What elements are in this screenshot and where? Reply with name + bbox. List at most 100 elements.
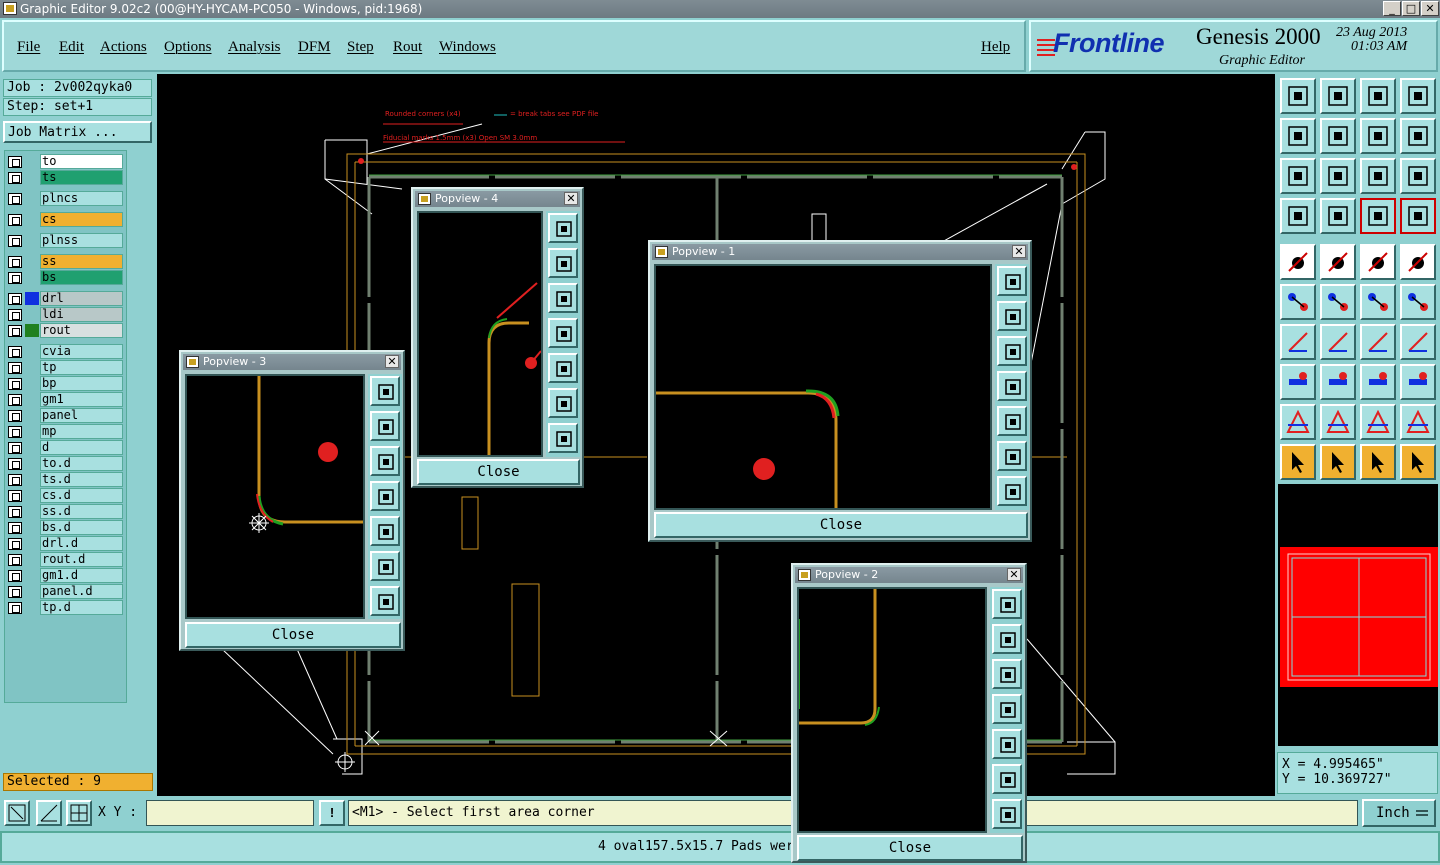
- ruler-button[interactable]: [1360, 244, 1396, 280]
- popview-4-close-button[interactable]: Close: [417, 459, 580, 485]
- layer-row-panel-d[interactable]: panel.d: [7, 584, 125, 599]
- center-button[interactable]: [1320, 158, 1356, 194]
- layer-name[interactable]: panel: [40, 408, 123, 423]
- zoom-up-button[interactable]: [370, 411, 400, 441]
- layer-checkbox[interactable]: [8, 538, 22, 550]
- close-window-button[interactable]: ✕: [1421, 1, 1439, 16]
- node-graph-button[interactable]: [1280, 284, 1316, 320]
- pad-arrow-button[interactable]: [1280, 244, 1316, 280]
- layer-checkbox[interactable]: [8, 394, 22, 406]
- layer-checkbox[interactable]: [8, 309, 22, 321]
- zoom-fit-button[interactable]: [370, 551, 400, 581]
- route-button[interactable]: [1400, 444, 1436, 480]
- layer-name[interactable]: rout: [40, 323, 123, 338]
- layer-name[interactable]: ts.d: [40, 472, 123, 487]
- house-button[interactable]: [1360, 78, 1396, 114]
- layer-checkbox[interactable]: [8, 235, 22, 247]
- connector-button[interactable]: [1320, 198, 1356, 234]
- zoom-window-button[interactable]: [992, 589, 1022, 619]
- menu-help[interactable]: Help: [981, 39, 1010, 56]
- popview-2-view[interactable]: [797, 587, 987, 833]
- layer-checkbox[interactable]: [8, 426, 22, 438]
- zoom-down-button[interactable]: [997, 336, 1027, 366]
- pan-right-button[interactable]: [997, 406, 1027, 436]
- popview-3-view[interactable]: [185, 374, 365, 619]
- layer-checkbox[interactable]: [8, 474, 22, 486]
- menu-windows[interactable]: Windows: [439, 39, 496, 56]
- layer-checkbox[interactable]: [8, 554, 22, 566]
- layer-name[interactable]: plnss: [40, 233, 123, 248]
- pointer-box2-button[interactable]: [1360, 444, 1396, 480]
- layer-row-to-d[interactable]: to.d: [7, 456, 125, 471]
- dot-select-button[interactable]: [1400, 244, 1436, 280]
- popview-3-close-button[interactable]: Close: [185, 622, 401, 648]
- maximize-button[interactable]: □: [1402, 1, 1420, 16]
- layer-name[interactable]: panel.d: [40, 584, 123, 599]
- ratio-button[interactable]: [1360, 158, 1396, 194]
- layer-checkbox[interactable]: [8, 506, 22, 518]
- flip-button[interactable]: [1400, 324, 1436, 360]
- home-up-button[interactable]: [1280, 78, 1316, 114]
- layer-row-gm1-d[interactable]: gm1.d: [7, 568, 125, 583]
- layer-row-cs[interactable]: cs: [7, 212, 125, 227]
- layer-name[interactable]: plncs: [40, 191, 123, 206]
- layer-row-ts-d[interactable]: ts.d: [7, 472, 125, 487]
- layer-name[interactable]: tp.d: [40, 600, 123, 615]
- layer-name[interactable]: bp: [40, 376, 123, 391]
- center-view-button[interactable]: [997, 476, 1027, 506]
- pointer-box-button[interactable]: [1320, 444, 1356, 480]
- job-matrix-button[interactable]: Job Matrix ...: [3, 121, 152, 143]
- layer-row-rout[interactable]: rout: [7, 323, 125, 338]
- layer-row-tp-d[interactable]: tp.d: [7, 600, 125, 615]
- layer-name[interactable]: drl: [40, 291, 123, 306]
- popview-1-view[interactable]: [654, 264, 992, 510]
- zoom-window-button[interactable]: [548, 213, 578, 243]
- popview-2-close-button[interactable]: Close: [797, 835, 1023, 861]
- zoom-down-button[interactable]: [992, 659, 1022, 689]
- layer-row-plncs[interactable]: plncs: [7, 191, 125, 206]
- layer-name[interactable]: mp: [40, 424, 123, 439]
- layer-checkbox[interactable]: [8, 586, 22, 598]
- layer-checkbox[interactable]: [8, 193, 22, 205]
- net-red-button[interactable]: [1360, 198, 1396, 234]
- pan-left-button[interactable]: [1280, 118, 1316, 154]
- zoom-window-button[interactable]: [370, 376, 400, 406]
- rotate-button[interactable]: [1360, 118, 1396, 154]
- layer-row-bs-d[interactable]: bs.d: [7, 520, 125, 535]
- zoom-up-button[interactable]: [997, 301, 1027, 331]
- circle-group-button[interactable]: [1400, 364, 1436, 400]
- layer-name[interactable]: d: [40, 440, 123, 455]
- zoom-up-button[interactable]: [548, 248, 578, 278]
- layer-checkbox[interactable]: [8, 490, 22, 502]
- layer-name[interactable]: gm1.d: [40, 568, 123, 583]
- move-red-button[interactable]: [1360, 284, 1396, 320]
- s-curve-button[interactable]: [1400, 118, 1436, 154]
- layer-checkbox[interactable]: [8, 458, 22, 470]
- layer-checkbox[interactable]: [8, 570, 22, 582]
- center-view-button[interactable]: [548, 423, 578, 453]
- menu-analysis[interactable]: Analysis: [228, 39, 281, 56]
- zoom-fit-button[interactable]: [992, 764, 1022, 794]
- popview-1-close-x[interactable]: ✕: [1012, 245, 1026, 258]
- layer-row-rout-d[interactable]: rout.d: [7, 552, 125, 567]
- layer-row-bs[interactable]: bs: [7, 270, 125, 285]
- angle-button[interactable]: [1280, 324, 1316, 360]
- zoom-fit-button[interactable]: [548, 388, 578, 418]
- layer-name[interactable]: to.d: [40, 456, 123, 471]
- layer-checkbox[interactable]: [8, 172, 22, 184]
- layer-checkbox[interactable]: [8, 410, 22, 422]
- zoom-down-button[interactable]: [370, 446, 400, 476]
- net-red2-button[interactable]: [1400, 198, 1436, 234]
- layer-checkbox[interactable]: [8, 346, 22, 358]
- zoom-window-button[interactable]: [997, 266, 1027, 296]
- menu-actions[interactable]: Actions: [100, 39, 147, 56]
- menu-step[interactable]: Step: [347, 39, 374, 56]
- layer-name[interactable]: ss.d: [40, 504, 123, 519]
- layer-checkbox[interactable]: [8, 214, 22, 226]
- zoom-up-button[interactable]: [992, 624, 1022, 654]
- triangle-a-button[interactable]: [1280, 404, 1316, 440]
- menu-options[interactable]: Options: [164, 39, 212, 56]
- segment-button[interactable]: [1320, 364, 1356, 400]
- pan-right-button[interactable]: [548, 353, 578, 383]
- pan-right-button[interactable]: [1320, 118, 1356, 154]
